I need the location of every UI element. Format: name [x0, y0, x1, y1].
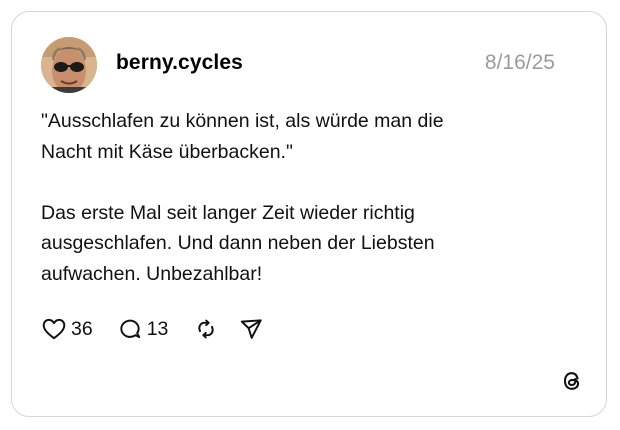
like-button[interactable]: 36	[41, 316, 93, 342]
post-paragraph-quote: "Ausschlafen zu können ist, als würde ma…	[41, 110, 444, 163]
comment-icon	[117, 316, 143, 342]
post-date: 8/16/25	[484, 51, 555, 74]
action-bar: 36 13	[41, 314, 264, 344]
repost-button[interactable]	[193, 316, 219, 342]
repost-icon	[193, 316, 219, 342]
avatar[interactable]	[41, 37, 97, 93]
post-text: "Ausschlafen zu können ist, als würde ma…	[41, 106, 581, 289]
threads-logo-icon	[559, 367, 585, 395]
avatar-photo-icon	[41, 37, 97, 93]
heart-icon	[41, 316, 67, 342]
post-card: berny.cycles 8/16/25 "Ausschlafen zu kön…	[11, 11, 607, 417]
share-icon	[238, 316, 264, 342]
reply-button[interactable]: 13	[117, 316, 169, 342]
share-button[interactable]	[238, 316, 264, 342]
like-count: 36	[71, 318, 93, 340]
username[interactable]: berny.cycles	[116, 50, 243, 76]
reply-count: 13	[146, 318, 169, 340]
post-paragraph-body: Das erste Mal seit langer Zeit wieder ri…	[41, 201, 435, 285]
